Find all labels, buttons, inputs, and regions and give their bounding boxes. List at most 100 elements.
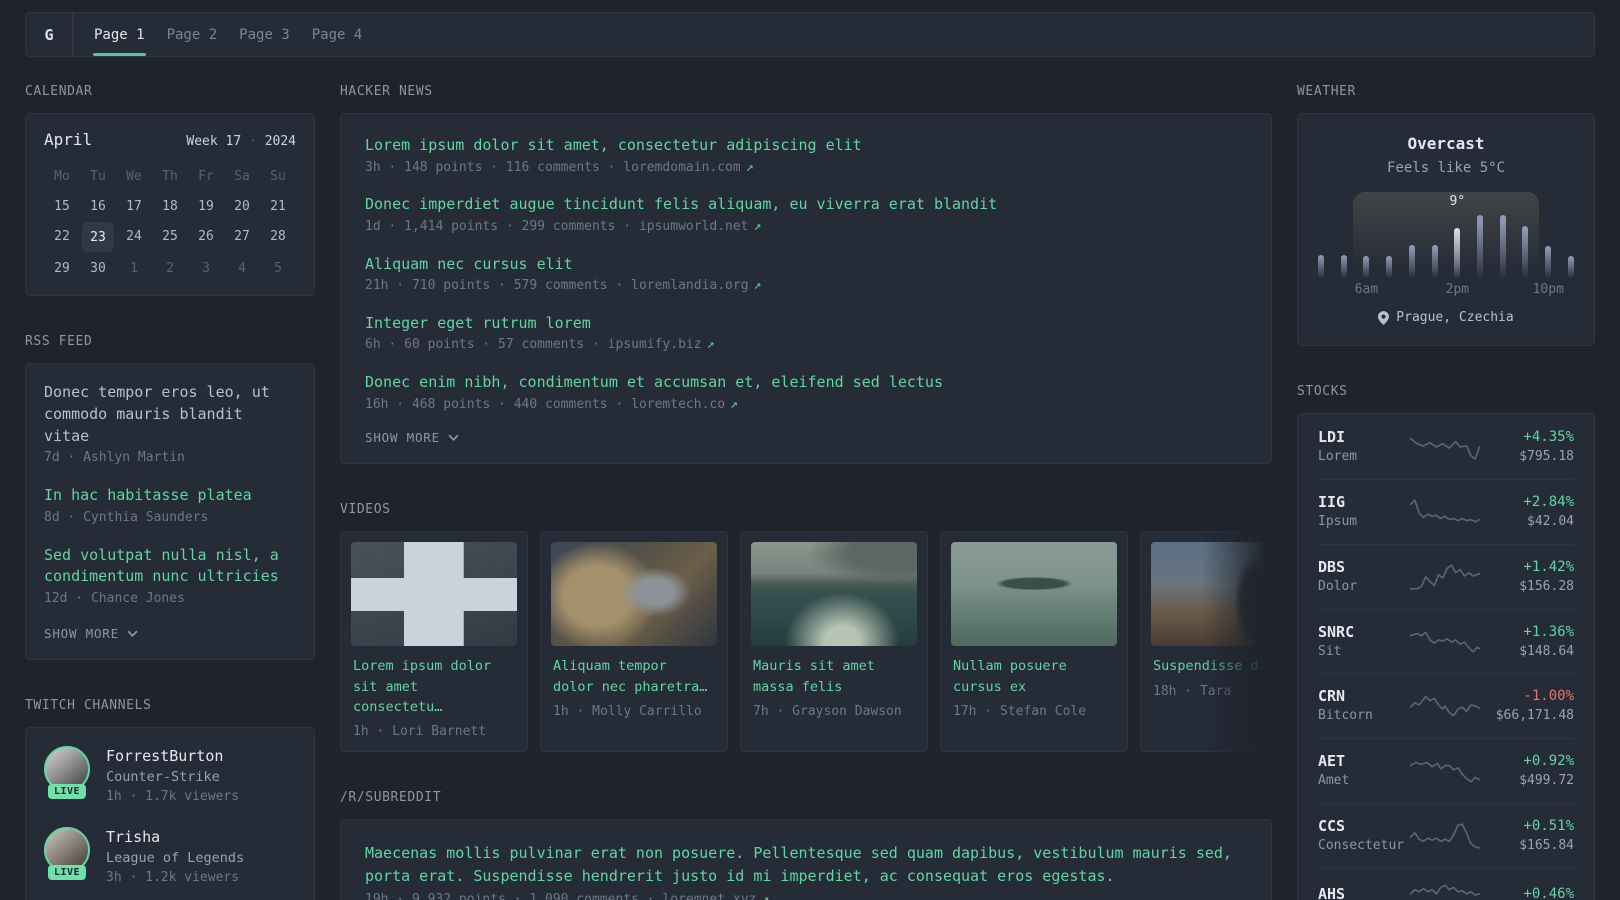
tab-page-4[interactable]: Page 4 xyxy=(301,13,374,56)
stock-row[interactable]: IIG Ipsum +2.84% $42.04 xyxy=(1318,478,1574,544)
stocks-section: STOCKS LDI Lorem +4.35% $795.18 IIG Ipsum +… xyxy=(1297,384,1595,900)
external-link-icon: ↗ xyxy=(745,159,754,175)
video-card[interactable]: Suspendisse diam 18h · Tara xyxy=(1140,531,1272,753)
rss-item-meta: 12d · Chance Jones xyxy=(44,591,185,607)
tab-page-3[interactable]: Page 3 xyxy=(228,13,301,56)
live-badge: LIVE xyxy=(47,864,87,880)
calendar-day-next-month: 4 xyxy=(238,260,246,276)
weather-peak-temp: 9° xyxy=(1449,194,1466,209)
stock-change: -1.00% xyxy=(1523,688,1574,705)
calendar-day: 26 xyxy=(198,228,214,244)
rss-item: Donec tempor eros leo, ut commodo mauris… xyxy=(44,382,296,469)
calendar-day-selected: 23 xyxy=(82,222,114,252)
post-meta: 19h · 9,932 points · 1,090 comments · lo… xyxy=(365,890,1247,900)
stock-name: Ipsum xyxy=(1318,513,1358,529)
hn-item-title[interactable]: Aliquam nec cursus elit xyxy=(365,253,1247,276)
hn-item: Aliquam nec cursus elit 21h · 710 points… xyxy=(365,253,1247,297)
calendar-day: 28 xyxy=(270,228,286,244)
subreddit-section: /R/SUBREDDIT Maecenas mollis pulvinar er… xyxy=(340,790,1272,900)
rss-item-title[interactable]: Sed volutpat nulla nisl, a condimentum n… xyxy=(44,545,296,589)
rss-show-more-button[interactable]: SHOW MORE xyxy=(44,626,138,641)
subreddit-widget: Maecenas mollis pulvinar erat non posuer… xyxy=(340,819,1272,900)
rss-item-title[interactable]: In hac habitasse platea xyxy=(44,485,296,507)
video-card[interactable]: Nullam posuere cursus ex 17h · Stefan Co… xyxy=(940,531,1128,753)
stock-row[interactable]: AHS +0.46% xyxy=(1318,867,1574,900)
video-title[interactable]: Nullam posuere cursus ex xyxy=(953,656,1115,697)
stock-row[interactable]: SNRC Sit +1.36% $148.64 xyxy=(1318,608,1574,674)
videos-section: VIDEOS Lorem ipsum dolor sit amet consec… xyxy=(340,502,1272,753)
weather-chart: 9° xyxy=(1318,192,1574,278)
hn-show-more-button[interactable]: SHOW MORE xyxy=(365,430,459,445)
hn-domain-link[interactable]: loremlandia.org xyxy=(631,278,748,293)
rss-header: RSS FEED xyxy=(25,334,93,349)
video-card[interactable]: Lorem ipsum dolor sit amet consectetu… 1… xyxy=(340,531,528,753)
rss-item-meta: 8d · Cynthia Saunders xyxy=(44,509,209,525)
hn-item: Lorem ipsum dolor sit amet, consectetur … xyxy=(365,134,1247,178)
stock-change: +0.46% xyxy=(1523,886,1574,900)
video-title[interactable]: Mauris sit amet massa felis xyxy=(753,656,915,697)
tab-page-2[interactable]: Page 2 xyxy=(156,13,229,56)
video-card[interactable]: Mauris sit amet massa felis 7h · Grayson… xyxy=(740,531,928,753)
rss-item-title[interactable]: Donec tempor eros leo, ut commodo mauris… xyxy=(44,382,296,447)
video-thumbnail[interactable] xyxy=(351,542,517,647)
post-title[interactable]: Maecenas mollis pulvinar erat non posuer… xyxy=(365,842,1247,889)
calendar-day: 21 xyxy=(270,198,286,214)
video-meta: 1h · Molly Carrillo xyxy=(553,703,702,719)
video-thumbnail[interactable] xyxy=(1151,542,1272,647)
hn-domain-link[interactable]: ipsumworld.net xyxy=(639,219,749,234)
stocks-widget: LDI Lorem +4.35% $795.18 IIG Ipsum +2.84% $4… xyxy=(1297,413,1595,900)
hn-item-title[interactable]: Donec enim nibh, condimentum et accumsan… xyxy=(365,371,1247,394)
external-link-icon: ↗ xyxy=(753,278,762,294)
calendar-day: 19 xyxy=(198,198,214,214)
channel-meta: 1h · 1.7k viewers xyxy=(106,789,240,805)
stock-sparkline xyxy=(1409,563,1481,590)
stock-name: Sit xyxy=(1318,643,1342,659)
stock-symbol: CCS xyxy=(1318,817,1346,836)
stock-change: +2.84% xyxy=(1523,493,1574,510)
external-link-icon: ↗ xyxy=(753,218,762,234)
stock-price: $42.04 xyxy=(1527,513,1574,529)
stock-price: $156.28 xyxy=(1519,578,1574,594)
stock-row[interactable]: LDI Lorem +4.35% $795.18 xyxy=(1318,415,1574,479)
hn-item-title[interactable]: Lorem ipsum dolor sit amet, consectetur … xyxy=(365,134,1247,157)
stock-sparkline xyxy=(1409,884,1481,896)
stock-row[interactable]: CCS Consectetur +0.51% $165.84 xyxy=(1318,803,1574,868)
post-domain-link[interactable]: loremnet.xyz xyxy=(662,892,756,900)
hn-domain-link[interactable]: ipsumify.biz xyxy=(608,337,702,352)
stock-symbol: AHS xyxy=(1318,885,1346,900)
video-title[interactable]: Suspendisse diam xyxy=(1153,656,1272,676)
calendar-day-next-month: 5 xyxy=(274,260,282,276)
external-link-icon: ↗ xyxy=(730,396,738,412)
video-thumbnail[interactable] xyxy=(751,542,917,647)
stock-change: +4.35% xyxy=(1523,429,1574,445)
video-card[interactable]: Aliquam tempor dolor nec pharetra… 1h · … xyxy=(540,531,728,753)
stock-change: +1.42% xyxy=(1523,558,1574,575)
calendar-day-next-month: 2 xyxy=(166,260,174,276)
stock-row[interactable]: AET Amet +0.92% $499.72 xyxy=(1318,738,1574,803)
weather-location: Prague, Czechia xyxy=(1318,310,1574,325)
twitch-channel[interactable]: LIVE Trisha League of Legends 3h · 1.2k … xyxy=(44,826,296,888)
rss-item-meta: 7d · Ashlyn Martin xyxy=(44,450,185,466)
hn-domain-link[interactable]: loremdomain.com xyxy=(623,160,740,175)
tab-page-1[interactable]: Page 1 xyxy=(83,13,156,56)
videos-carousel: Lorem ipsum dolor sit amet consectetu… 1… xyxy=(340,531,1272,753)
hn-item-meta: 21h · 710 points · 579 comments · loreml… xyxy=(365,278,762,294)
video-title[interactable]: Lorem ipsum dolor sit amet consectetu… xyxy=(353,656,515,717)
channel-name: Trisha xyxy=(106,827,161,846)
weekday-label: Mo xyxy=(54,168,70,184)
rss-section: RSS FEED Donec tempor eros leo, ut commo… xyxy=(25,334,315,660)
calendar-grid: Mo Tu We Th Fr Sa Su 15 16 17 18 19 20 2… xyxy=(44,161,296,283)
hn-item-title[interactable]: Donec imperdiet augue tincidunt felis al… xyxy=(365,193,1247,216)
rss-item: In hac habitasse platea 8d · Cynthia Sau… xyxy=(44,485,296,529)
twitch-channel[interactable]: LIVE ForrestBurton Counter-Strike 1h · 1… xyxy=(44,745,296,807)
hn-domain-link[interactable]: loremtech.co xyxy=(631,397,725,412)
app-logo[interactable]: G xyxy=(26,13,73,56)
stock-row[interactable]: CRN Bitcorn -1.00% $66,171.48 xyxy=(1318,673,1574,738)
video-title[interactable]: Aliquam tempor dolor nec pharetra… xyxy=(553,656,715,697)
hn-item-title[interactable]: Integer eget rutrum lorem xyxy=(365,312,1247,335)
video-thumbnail[interactable] xyxy=(951,542,1117,647)
stock-row[interactable]: DBS Dolor +1.42% $156.28 xyxy=(1318,543,1574,609)
stock-change: +1.36% xyxy=(1523,623,1574,640)
video-thumbnail[interactable] xyxy=(551,542,717,647)
calendar-widget: April Week 17 · 2024 Mo Tu We Th Fr Sa S… xyxy=(25,113,315,296)
